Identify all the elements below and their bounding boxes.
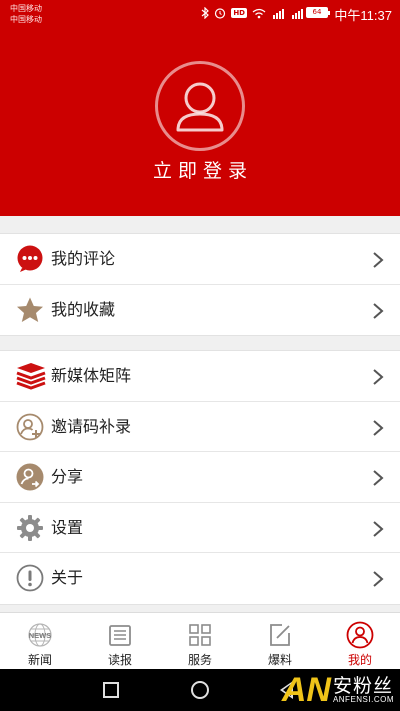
chevron-right-icon <box>373 419 384 436</box>
hd-badge: HD <box>231 8 247 18</box>
home-icon[interactable] <box>191 681 209 699</box>
tab-label: 读报 <box>107 653 132 667</box>
watermark-en: ANFENSI.COM <box>332 694 394 704</box>
user-avatar-icon <box>176 82 224 132</box>
star-icon <box>16 296 44 324</box>
status-clock: 中午11:37 <box>334 8 392 23</box>
menu-item-settings[interactable]: 设置 <box>0 503 400 553</box>
alarm-icon <box>215 8 226 19</box>
tab-label: 服务 <box>187 653 212 667</box>
share-user-icon <box>16 463 44 491</box>
gear-icon <box>16 514 44 542</box>
user-icon <box>346 621 374 649</box>
chevron-right-icon <box>373 520 384 537</box>
tab-tipoff[interactable]: 爆料 <box>240 613 320 669</box>
chevron-right-icon <box>373 252 384 268</box>
tab-label: 我的 <box>347 653 372 667</box>
tab-label: 新闻 <box>27 653 52 667</box>
battery-icon: 64 <box>306 7 330 18</box>
comment-bubble-icon <box>16 245 44 273</box>
menu-item-new-media-matrix[interactable]: 新媒体矩阵 <box>0 351 400 402</box>
menu-item-label: 我的评论 <box>51 249 116 268</box>
stacked-books-icon <box>16 362 46 390</box>
menu-item-label: 新媒体矩阵 <box>51 366 132 385</box>
login-button[interactable]: 立即登录 <box>0 156 400 183</box>
watermark-text: 安粉丝 ANFENSI.COM <box>332 674 394 704</box>
profile-header: 中国移动 中国移动 HD 64 中午11:37 立即登录 <box>0 0 400 216</box>
grid-icon <box>186 621 214 649</box>
status-icons: HD <box>201 6 304 20</box>
menu-group-1: 我的评论 我的收藏 <box>0 233 400 336</box>
carrier-label-2: 中国移动 <box>10 15 42 24</box>
menu-group-2: 新媒体矩阵 邀请码补录 分享 设置 关于 <box>0 350 400 605</box>
chevron-right-icon <box>373 571 384 587</box>
status-bar: 中国移动 中国移动 HD 64 中午11:37 <box>0 0 400 28</box>
signal-icon-1 <box>273 8 284 19</box>
watermark-logo: AN <box>281 671 331 709</box>
menu-item-label: 分享 <box>51 467 84 486</box>
menu-item-favorites[interactable]: 我的收藏 <box>0 285 400 336</box>
carrier-label-1: 中国移动 <box>10 4 42 13</box>
recent-apps-icon[interactable] <box>103 682 119 698</box>
menu-item-about[interactable]: 关于 <box>0 553 400 604</box>
tab-mine[interactable]: 我的 <box>320 613 400 669</box>
bluetooth-icon <box>201 7 210 19</box>
avatar[interactable] <box>155 61 245 151</box>
edit-icon <box>266 621 294 649</box>
watermark-cn: 安粉丝 <box>332 674 393 697</box>
menu-item-share[interactable]: 分享 <box>0 452 400 503</box>
watermark: AN 安粉丝 ANFENSI.COM <box>282 669 394 711</box>
chevron-right-icon <box>373 302 384 319</box>
menu-item-label: 邀请码补录 <box>51 416 132 436</box>
chevron-right-icon <box>373 470 384 486</box>
signal-icon-2 <box>292 8 303 19</box>
tab-label: 爆料 <box>267 653 292 667</box>
newspaper-icon <box>106 621 134 649</box>
menu-item-label: 设置 <box>51 517 84 537</box>
info-exclamation-icon <box>16 564 44 592</box>
menu-item-comments[interactable]: 我的评论 <box>0 234 400 285</box>
add-user-icon <box>16 413 44 441</box>
bottom-tab-bar: NEWS 新闻 读报 服务 爆料 我的 <box>0 612 400 669</box>
tab-services[interactable]: 服务 <box>160 613 240 669</box>
news-globe-icon: NEWS <box>26 621 54 649</box>
chevron-right-icon <box>373 369 384 385</box>
news-icon-text: NEWS <box>29 631 52 640</box>
tab-newspaper[interactable]: 读报 <box>80 613 160 669</box>
menu-item-invite-code[interactable]: 邀请码补录 <box>0 402 400 452</box>
menu-item-label: 关于 <box>51 568 84 587</box>
menu-item-label: 我的收藏 <box>51 299 116 319</box>
wifi-icon <box>252 8 266 18</box>
tab-news[interactable]: NEWS 新闻 <box>0 613 80 669</box>
